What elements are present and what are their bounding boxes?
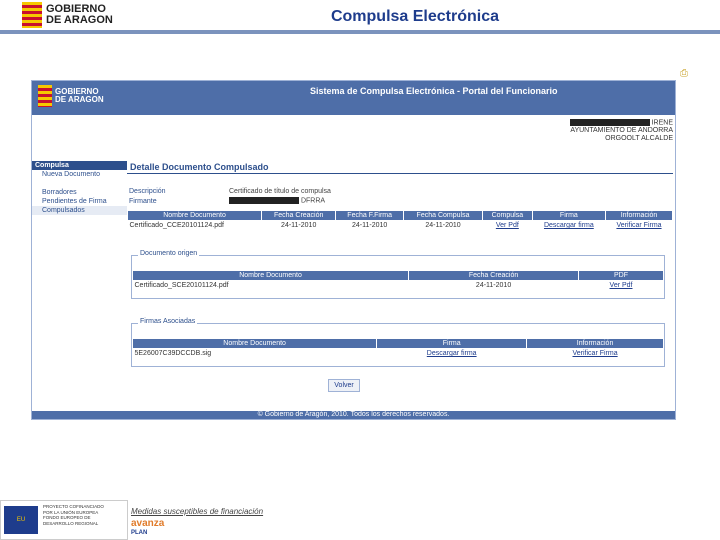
eu-cofinancing-logo: EU PROYECTO COFINANCIADO POR LA UNIÓN EU… [0,500,128,540]
cell-date: 24-11-2010 [475,282,512,289]
view-pdf-link[interactable]: Ver Pdf [610,282,633,289]
cell-date: 24-11-2010 [352,222,388,229]
app-logo: GOBIERNO DE ARAGON [38,85,104,107]
user-role: ORGOOLT ALCALDE [605,135,673,143]
col-header: Información [605,210,673,221]
slide-header: GOBIERNO DE ARAGON Compulsa Electrónica [0,0,720,34]
slide-title: Compulsa Electrónica [330,8,500,25]
col-header: Fecha Compulsa [403,210,483,221]
aragon-flag-icon [38,85,52,107]
gobierno-aragon-logo: GOBIERNO DE ARAGON [22,2,113,28]
description-label: Descripción [129,187,166,195]
signatures-table: Nombre Documento Firma Información 5E260… [131,338,664,359]
table-row: Certificado_CCE20101124.pdf 24-11-2010 2… [128,221,673,231]
description-value: Certificado de título de compulsa [229,187,331,195]
sidebar-item-drafts[interactable]: Borradores [32,188,127,197]
signer-label: Firmante [129,197,157,205]
table-row: Certificado_SCE20101124.pdf 24-11-2010 V… [133,281,664,291]
back-button[interactable]: Volver [328,379,360,392]
col-header: Información [526,338,664,349]
signer-row: Firmante DFRRA [129,196,673,206]
verify-signature-link[interactable]: Verificar Firma [616,222,661,229]
sidebar-item-new[interactable]: Nueva Documento [32,170,127,179]
app-window: GOBIERNO DE ARAGON Sistema de Compulsa E… [31,80,676,420]
detail-title: Detalle Documento Compulsado [127,161,673,174]
verify-signature-link[interactable]: Verificar Firma [573,350,618,357]
system-title: Sistema de Compulsa Electrónica - Portal… [310,86,558,96]
redacted-block [569,119,650,126]
plan-logo: PLAN [131,530,148,536]
download-signature-link[interactable]: Descargar firma [544,222,594,229]
col-header: Fecha F.Firma [335,210,405,221]
logo-line2: DE ARAGON [46,14,113,26]
view-pdf-link[interactable]: Ver Pdf [496,222,519,229]
origin-document-panel: Documento origen Nombre Documento Fecha … [131,250,665,299]
sidebar-item-pending[interactable]: Pendientes de Firma [32,197,127,206]
eu-flag-icon: EU [4,506,38,534]
col-header: Compulsa [481,210,533,221]
main-content: Detalle Documento Compulsado Descripción… [126,161,673,231]
sidebar: Compulsa Nueva Documento Borradores Pend… [32,161,127,215]
download-signature-link[interactable]: Descargar firma [427,350,477,357]
eu-line: DESARROLLO REGIONAL [43,520,99,526]
origin-table: Nombre Documento Fecha Creación PDF Cert… [131,270,664,291]
eu-line: PROYECTO COFINANCIADO [43,504,104,509]
table-row: 5E26007C39DCCDB.sig Descargar firma Veri… [133,349,664,359]
signatures-panel: Firmas Asociadas Nombre Documento Firma … [131,318,665,367]
cell-doc-name: Certificado_SCE20101124.pdf [134,282,229,289]
description-row: Descripción Certificado de título de com… [129,186,673,196]
col-header: Nombre Documento [131,338,378,349]
financing-measures-text: Medidas susceptibles de financiación [131,507,264,516]
cell-date: 24-11-2010 [425,222,461,229]
signatures-legend: Firmas Asociadas [138,318,198,325]
eu-text: PROYECTO COFINANCIADO POR LA UNIÓN EUROP… [43,504,104,526]
user-org: AYUNTAMIENTO DE ANDORRA [570,127,673,135]
user-info: IRENE AYUNTAMIENTO DE ANDORRA ORGOOLT AL… [569,119,673,143]
app-footer: © Gobierno de Aragón, 2010. Todos los de… [32,411,675,419]
cell-date: 24-11-2010 [281,222,317,229]
origin-legend: Documento origen [138,250,200,257]
cell-sig-name: 5E26007C39DCCDB.sig [134,350,212,357]
documents-table: Nombre Documento Fecha Creación Fecha F.… [126,210,673,231]
print-icon[interactable]: ⎙ [680,68,688,79]
col-header: PDF [578,270,664,281]
redacted-block [229,197,299,205]
col-header: Fecha Creación [261,210,337,221]
app-logo-line2: DE ARAGON [55,95,104,104]
app-header: GOBIERNO DE ARAGON Sistema de Compulsa E… [32,81,675,115]
col-header: Fecha Creación [408,270,580,281]
signer-value: DFRRA [300,197,326,205]
sidebar-section-compulsa: Compulsa [32,161,127,170]
col-header: Firma [531,210,607,221]
col-header: Nombre Documento [126,210,263,221]
header-divider [0,30,720,34]
sidebar-item-done[interactable]: Compulsados [32,206,127,215]
user-name: IRENE [651,119,673,127]
col-header: Nombre Documento [131,270,410,281]
avanza-logo: avanza [131,518,165,529]
aragon-flag-icon [22,2,42,28]
cell-doc-name: Certificado_CCE20101124.pdf [129,222,224,229]
col-header: Firma [376,338,528,349]
